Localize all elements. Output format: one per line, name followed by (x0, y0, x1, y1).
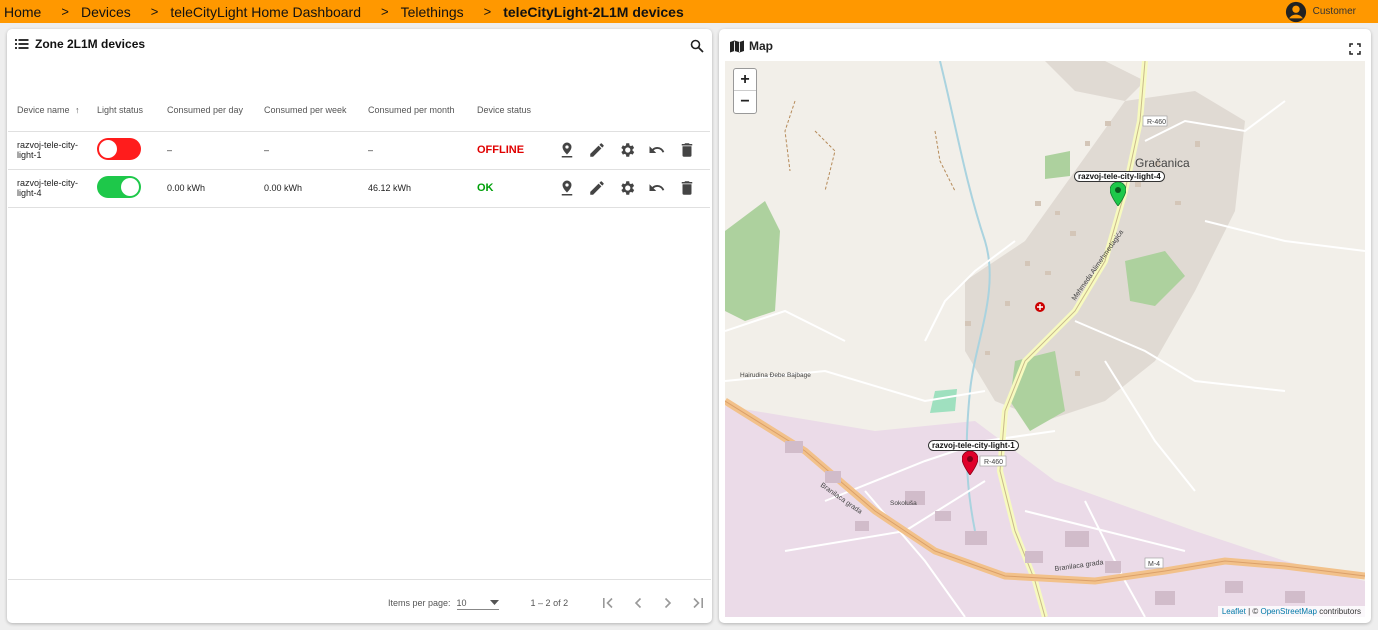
first-page-icon[interactable] (600, 595, 616, 611)
marker-label: razvoj-tele-city-light-1 (928, 440, 1019, 451)
paginator: Items per page: 10 1 – 2 of 2 (388, 595, 706, 611)
per-month-value: – (359, 131, 468, 170)
map-attribution: Leaflet | © OpenStreetMap contributors (1217, 606, 1365, 617)
next-page-icon[interactable] (660, 595, 676, 611)
map-tiles: Gračanica R-460 R-460 M-4 Branilaca grad… (725, 61, 1365, 617)
location-icon[interactable] (558, 141, 576, 159)
map-view[interactable]: Gračanica R-460 R-460 M-4 Branilaca grad… (725, 61, 1365, 617)
town-label: Gračanica (1135, 156, 1190, 170)
table-header-row: Device name ↑ Light status Consumed per … (8, 89, 710, 132)
breadcrumb-devices[interactable]: Devices (81, 4, 131, 20)
per-week-value: 0.00 kWh (255, 169, 359, 208)
breadcrumb-separator: > (61, 4, 69, 19)
road-shield: R-460 (1142, 115, 1168, 127)
list-icon (15, 39, 29, 49)
road-shield: M-4 (1144, 557, 1164, 569)
breadcrumb-home[interactable]: Home (4, 4, 41, 20)
column-per-week: Consumed per week (255, 89, 359, 132)
row-actions (549, 131, 710, 170)
zoom-in-button[interactable]: + (734, 69, 756, 91)
user-label: Customer (1312, 6, 1356, 17)
items-per-page-label: Items per page: (388, 598, 451, 608)
breadcrumb-separator: > (150, 4, 159, 19)
zoom-out-button[interactable]: − (734, 91, 756, 113)
column-device-status: Device status (468, 89, 549, 132)
attribution-suffix: contributors (1316, 607, 1361, 616)
marker-label: razvoj-tele-city-light-4 (1074, 171, 1165, 182)
per-week-value: – (255, 131, 359, 170)
per-month-value: 46.12 kWh (359, 169, 468, 208)
street-label: Hairudina Đebe Bajbage (740, 372, 811, 379)
column-device-name[interactable]: Device name ↑ (8, 89, 88, 132)
road-shield: R-460 (979, 455, 1007, 467)
osm-link[interactable]: OpenStreetMap (1260, 607, 1316, 616)
breadcrumb-dashboard[interactable]: teleCityLight Home Dashboard (170, 4, 361, 20)
sort-arrow-icon: ↑ (75, 104, 80, 115)
breadcrumb-current: teleCityLight-2L1M devices (503, 3, 684, 20)
search-icon[interactable] (690, 39, 704, 53)
items-per-page-select[interactable]: 10 (456, 597, 499, 610)
undo-icon[interactable] (648, 141, 666, 159)
location-icon[interactable] (558, 179, 576, 197)
table-row[interactable]: razvoj-tele-city-light-4 0.00 kWh 0.00 k… (8, 169, 710, 208)
light-toggle[interactable] (97, 138, 141, 160)
column-light-status: Light status (88, 89, 158, 132)
device-status: OK (468, 169, 549, 208)
devices-card: Zone 2L1M devices Device name ↑ Light st… (7, 29, 712, 623)
user-menu[interactable]: Customer (1285, 0, 1356, 23)
table-row[interactable]: razvoj-tele-city-light-1 – – – OFFLINE (8, 131, 710, 170)
per-day-value: 0.00 kWh (158, 169, 255, 208)
settings-icon[interactable] (618, 141, 636, 159)
breadcrumb-separator: > (381, 4, 389, 19)
svg-text:M-4: M-4 (1148, 561, 1160, 568)
footer-divider (8, 579, 711, 580)
devices-card-header: Zone 2L1M devices (15, 37, 145, 51)
svg-text:R-460: R-460 (1147, 119, 1166, 126)
row-actions (549, 169, 710, 208)
svg-text:R-460: R-460 (984, 459, 1003, 466)
map-card-header: Map (730, 39, 773, 53)
street-label: Sokoluša (890, 500, 917, 507)
column-actions (549, 89, 710, 132)
dropdown-arrow-icon (489, 600, 499, 605)
leaflet-link[interactable]: Leaflet (1222, 607, 1246, 616)
delete-icon[interactable] (678, 141, 696, 159)
devices-table: Device name ↑ Light status Consumed per … (8, 89, 710, 208)
column-per-month: Consumed per month (359, 89, 468, 132)
map-card: Map Gračanica R-460 R-460 M-4 Branilaca … (719, 29, 1371, 623)
map-card-title: Map (749, 39, 773, 53)
map-marker-icon[interactable] (1110, 182, 1126, 206)
settings-icon[interactable] (618, 179, 636, 197)
map-marker-icon[interactable] (962, 451, 978, 475)
edit-icon[interactable] (588, 179, 606, 197)
edit-icon[interactable] (588, 141, 606, 159)
device-name: razvoj-tele-city-light-4 (8, 169, 88, 208)
zoom-control: + − (733, 68, 757, 114)
attribution-separator: | © (1245, 607, 1261, 616)
map-icon (730, 40, 744, 52)
breadcrumb: Home > Devices > teleCityLight Home Dash… (0, 4, 684, 20)
range-label: 1 – 2 of 2 (530, 598, 569, 608)
light-status-cell (88, 169, 158, 208)
delete-icon[interactable] (678, 179, 696, 197)
per-day-value: – (158, 131, 255, 170)
column-per-day: Consumed per day (158, 89, 255, 132)
light-status-cell (88, 131, 158, 170)
top-bar: Home > Devices > teleCityLight Home Dash… (0, 0, 1378, 23)
devices-card-title: Zone 2L1M devices (35, 37, 146, 51)
device-name: razvoj-tele-city-light-1 (8, 131, 88, 170)
breadcrumb-telethings[interactable]: Telethings (401, 4, 464, 20)
light-toggle[interactable] (97, 176, 141, 198)
last-page-icon[interactable] (690, 595, 706, 611)
device-status: OFFLINE (468, 131, 549, 170)
fullscreen-icon[interactable] (1349, 43, 1361, 55)
undo-icon[interactable] (648, 179, 666, 197)
breadcrumb-separator: > (483, 4, 492, 19)
previous-page-icon[interactable] (630, 595, 646, 611)
account-circle-icon (1285, 1, 1306, 22)
